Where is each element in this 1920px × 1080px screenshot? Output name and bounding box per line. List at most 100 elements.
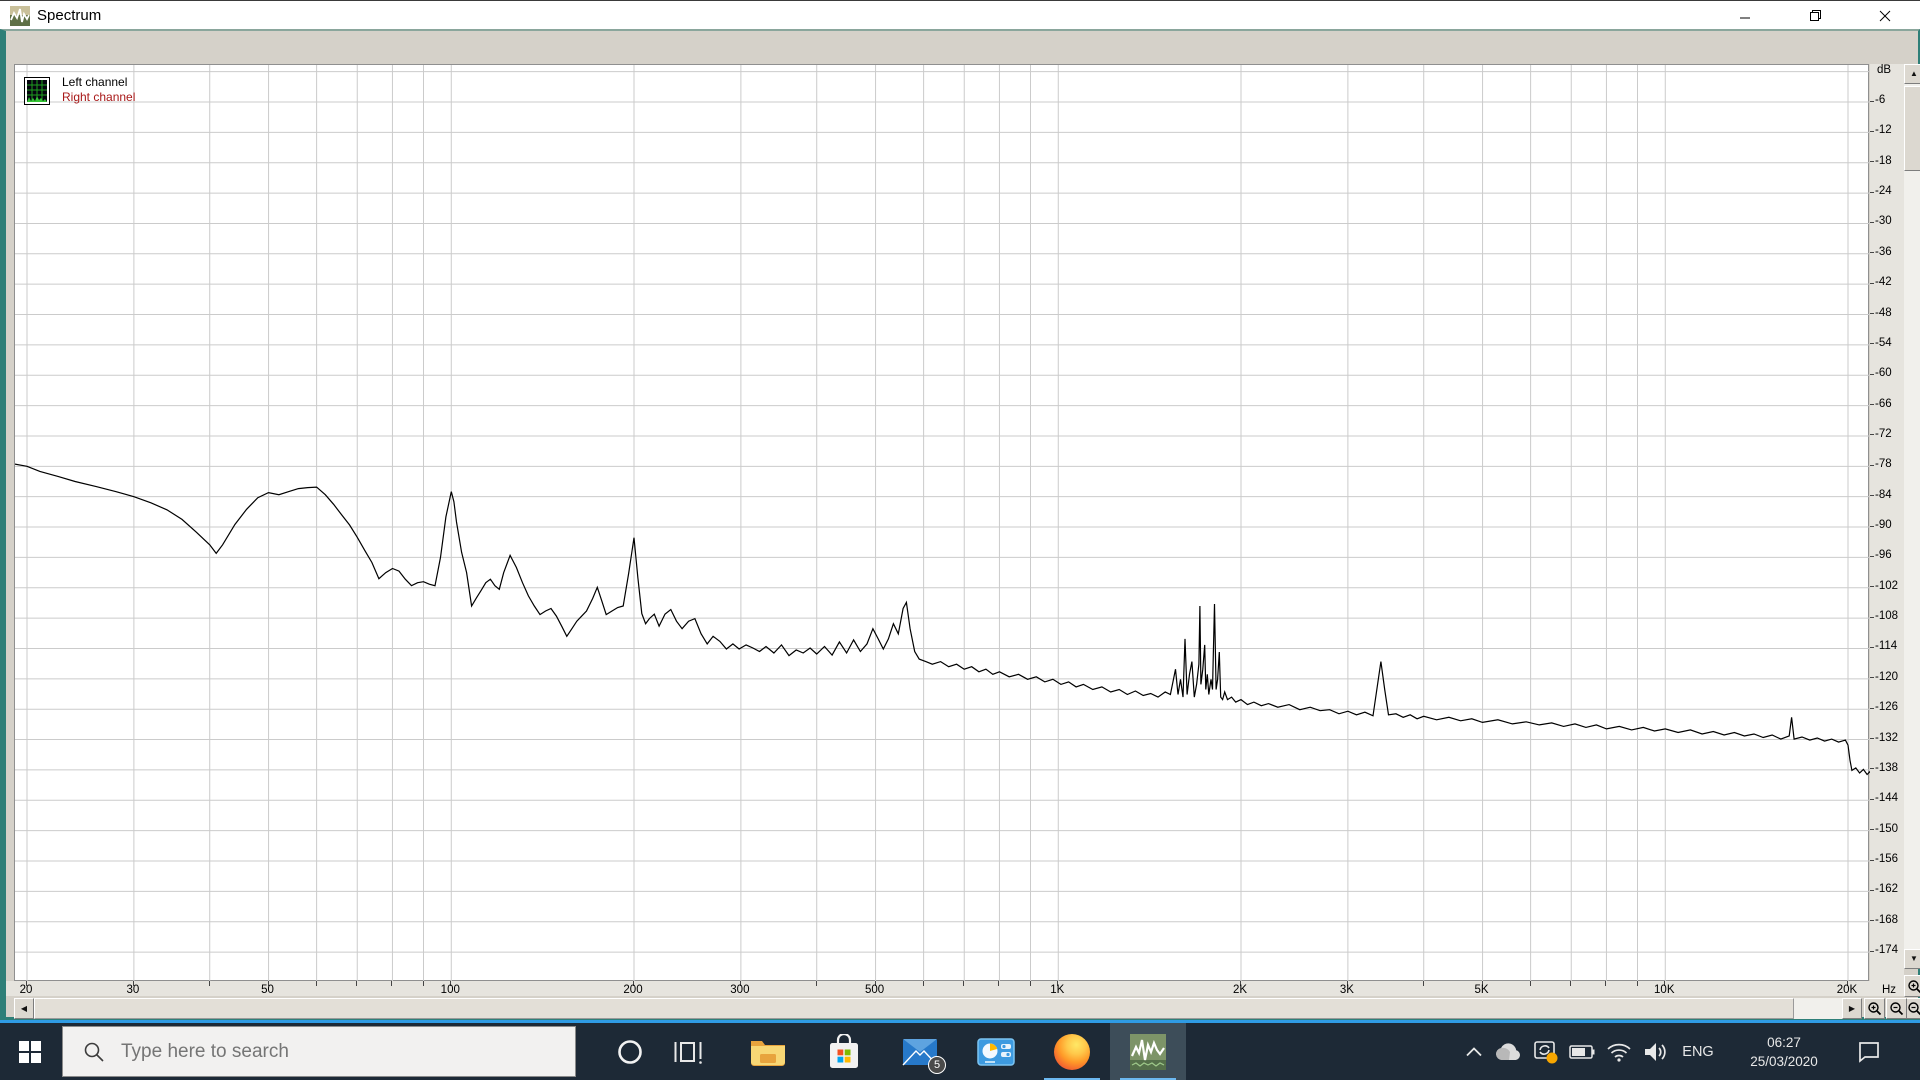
microsoft-store-button[interactable] [806, 1023, 882, 1080]
mail-button[interactable]: 5 [882, 1023, 958, 1080]
vertical-scrollbar-thumb[interactable] [1904, 86, 1920, 171]
db-tick-label: -72 [1875, 427, 1892, 440]
db-axis-unit: dB [1877, 64, 1892, 76]
db-tick-label: -138 [1875, 761, 1899, 774]
freq-tick-label: 100 [440, 984, 460, 996]
db-axis: dB -6 -12 -18 -24 -30 -36 -42 -48 -54 -60 -66 -72 -7… [1870, 64, 1904, 981]
freq-tick-mark [315, 981, 317, 986]
db-tick-label: -174 [1875, 944, 1899, 957]
horizontal-scrollbar-thumb[interactable] [34, 998, 1794, 1019]
task-view-button[interactable] [660, 1023, 716, 1080]
zoom-out-icon [1907, 1002, 1920, 1016]
search-input[interactable] [121, 1040, 541, 1063]
freq-tick-label: 30 [126, 984, 140, 996]
vertical-zoom-in-button[interactable] [1904, 975, 1920, 997]
db-tick-label: -48 [1875, 306, 1892, 319]
close-button[interactable] [1862, 1, 1908, 30]
freq-tick-mark [391, 981, 393, 986]
db-tick-mark [1870, 130, 1874, 132]
freq-tick-mark [815, 981, 817, 986]
db-tick-mark [1870, 525, 1874, 527]
action-center-button[interactable] [1846, 1023, 1892, 1080]
db-tick-label: -42 [1875, 276, 1892, 289]
onedrive-tray-button[interactable] [1490, 1023, 1528, 1080]
tray-show-hidden-button[interactable] [1458, 1023, 1490, 1080]
restore-button[interactable] [1792, 1, 1838, 30]
scroll-up-button[interactable]: ▲ [1904, 64, 1920, 84]
file-explorer-icon [751, 1040, 785, 1066]
minimize-button[interactable] [1722, 1, 1768, 30]
freq-tick-label: 20 [19, 984, 33, 996]
vertical-scrollbar[interactable] [1904, 64, 1920, 969]
restore-icon [1809, 10, 1821, 21]
freq-tick-mark [1605, 981, 1607, 986]
speaker-icon [1645, 1042, 1666, 1061]
db-tick-label: -114 [1875, 640, 1898, 653]
freq-tick-label: 300 [730, 984, 750, 996]
db-tick-mark [1870, 829, 1874, 831]
spectrum-app-button[interactable] [1110, 1023, 1186, 1080]
db-tick-label: -150 [1875, 822, 1899, 835]
wifi-tray-button[interactable] [1600, 1023, 1638, 1080]
db-tick-mark [1870, 646, 1874, 648]
clock[interactable]: 06:27 25/03/2020 [1726, 1023, 1842, 1080]
db-tick-label: -24 [1875, 185, 1892, 198]
db-tick-mark [1870, 586, 1874, 588]
notification-icon [1859, 1041, 1879, 1063]
scroll-left-button[interactable]: ◀ [14, 998, 34, 1019]
freq-tick-mark [1529, 981, 1531, 986]
cloud-icon [1496, 1042, 1520, 1060]
db-tick-mark [1870, 252, 1874, 254]
control-panel-button[interactable] [958, 1023, 1034, 1080]
sync-status-tray-button[interactable] [1528, 1023, 1564, 1080]
db-tick-label: -132 [1875, 731, 1899, 744]
spectrum-window: Spectrum Left channel Right channel dB -… [0, 0, 1920, 1048]
db-tick-label: -12 [1875, 124, 1892, 137]
spectrum-plot[interactable] [14, 64, 1870, 982]
db-tick-mark [1870, 373, 1874, 375]
db-tick-label: -30 [1875, 215, 1892, 228]
db-tick-mark [1870, 100, 1874, 102]
db-tick-mark [1870, 798, 1874, 800]
freq-tick-label: 10K [1654, 984, 1675, 996]
microsoft-store-icon [830, 1033, 858, 1068]
db-tick-mark [1870, 889, 1874, 891]
battery-tray-button[interactable] [1564, 1023, 1600, 1080]
screen: Spectrum Left channel Right channel dB -… [0, 0, 1920, 1080]
spectrum-options-icon[interactable] [24, 77, 50, 105]
firefox-button[interactable] [1034, 1023, 1110, 1080]
horizontal-zoom-out-button[interactable] [1886, 998, 1907, 1019]
scroll-right-button[interactable]: ▶ [1842, 998, 1862, 1019]
zoom-in-icon [1907, 979, 1920, 993]
db-tick-mark [1870, 707, 1874, 709]
language-indicator[interactable]: ENG [1674, 1023, 1722, 1080]
freq-tick-label: 200 [623, 984, 643, 996]
taskbar-search[interactable] [62, 1026, 576, 1077]
volume-tray-button[interactable] [1638, 1023, 1674, 1080]
window-content: Left channel Right channel dB -6 -12 -18 -2… [0, 29, 1920, 1048]
freq-tick-mark [1422, 981, 1424, 986]
db-tick-label: -102 [1875, 579, 1899, 592]
db-tick-mark [1870, 343, 1874, 345]
clock-time: 06:27 [1767, 1034, 1801, 1050]
app-icon [10, 6, 30, 26]
legend-left-channel: Left channel [62, 75, 128, 89]
file-explorer-button[interactable] [730, 1023, 806, 1080]
db-tick-label: -108 [1875, 610, 1899, 623]
db-tick-mark [1870, 859, 1874, 861]
freq-tick-mark [922, 981, 924, 986]
hz-axis-unit: Hz [1882, 984, 1897, 996]
close-icon [1879, 10, 1891, 21]
cortana-button[interactable] [600, 1023, 660, 1080]
cortana-icon [618, 1039, 642, 1064]
taskbar: 5 [0, 1020, 1920, 1080]
db-tick-mark [1870, 221, 1874, 223]
start-button[interactable] [0, 1023, 60, 1080]
db-tick-mark [1870, 555, 1874, 557]
db-tick-label: -78 [1875, 458, 1892, 471]
db-tick-mark [1870, 768, 1874, 770]
scroll-down-button[interactable]: ▼ [1904, 949, 1920, 969]
horizontal-zoom-in-button[interactable] [1864, 998, 1885, 1019]
db-tick-mark [1870, 282, 1874, 284]
window-title: Spectrum [37, 7, 102, 24]
